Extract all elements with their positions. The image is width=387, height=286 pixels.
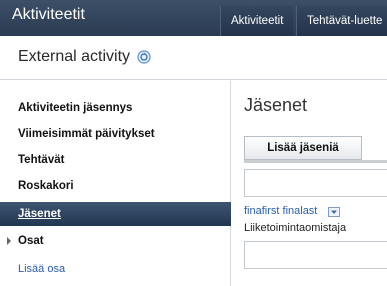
- sidebar: Aktiviteetin jäsennys Viimeisimmät päivi…: [0, 81, 231, 286]
- chevron-down-icon[interactable]: [328, 207, 340, 217]
- member-name-link[interactable]: finafirst finalast: [244, 205, 317, 217]
- sidebar-item-label: Osat: [18, 235, 44, 247]
- sidebar-item-roskakori[interactable]: Roskakori: [0, 174, 231, 198]
- sidebar-item-tehtavat[interactable]: Tehtävät: [0, 148, 231, 172]
- divider: [244, 160, 387, 163]
- sidebar-item-viimeisimmat-paivitykset[interactable]: Viimeisimmät päivitykset: [0, 122, 231, 146]
- tab-aktiviteetit[interactable]: Aktiviteetit: [220, 6, 293, 36]
- page-title: Jäsenet: [244, 95, 308, 115]
- context-title: External activity: [18, 48, 131, 65]
- sidebar-item-jasenet[interactable]: Jäsenet: [0, 202, 231, 226]
- main-content: Jäsenet Lisää jäseniä finafirst finalast…: [232, 81, 387, 286]
- sidebar-item-aktiviteetin-jasennys[interactable]: Aktiviteetin jäsennys: [0, 96, 231, 120]
- tab-tehtavat-luettelo[interactable]: Tehtävät-luette: [296, 6, 387, 36]
- add-section-link[interactable]: Lisää osa: [18, 263, 65, 275]
- role-input[interactable]: [244, 241, 387, 269]
- sidebar-item-osat[interactable]: Osat: [0, 229, 231, 253]
- top-bar: Aktiviteetit Aktiviteetit Tehtävät-luett…: [0, 0, 387, 36]
- app-title: Aktiviteetit: [12, 6, 85, 23]
- refresh-icon[interactable]: [137, 50, 151, 64]
- member-role: Liiketoimintaomistaja: [244, 222, 347, 234]
- member-search-input[interactable]: [244, 169, 387, 197]
- expand-arrow-icon[interactable]: [7, 237, 11, 245]
- context-header: External activity: [0, 36, 387, 80]
- add-members-button[interactable]: Lisää jäseniä: [244, 136, 362, 160]
